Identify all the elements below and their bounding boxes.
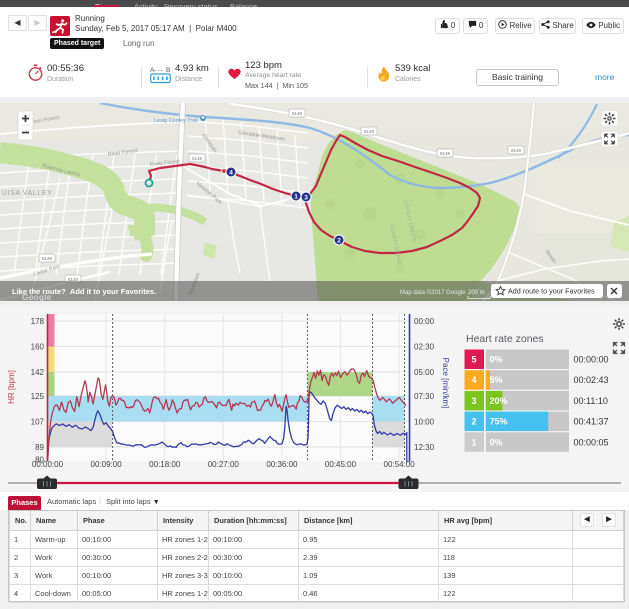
svg-text:200 m: 200 m	[468, 290, 485, 296]
svg-text:Add route to your Favorites: Add route to your Favorites	[508, 287, 595, 296]
svg-text:00:00:00: 00:00:00	[574, 355, 609, 365]
svg-text:HR [bpm]: HR [bpm]	[7, 370, 16, 404]
svg-text:0%: 0%	[490, 437, 503, 447]
svg-text:107: 107	[31, 417, 45, 426]
svg-text:00:27:00: 00:27:00	[208, 460, 240, 469]
svg-text:8149: 8149	[440, 151, 451, 156]
svg-text:00:41:37: 00:41:37	[574, 417, 609, 427]
svg-text:8149: 8149	[292, 111, 303, 116]
svg-text:5148: 5148	[192, 156, 203, 161]
svg-text:00:18:00: 00:18:00	[149, 460, 181, 469]
svg-text:Heart rate zones: Heart rate zones	[466, 333, 544, 345]
svg-text:8149: 8149	[511, 148, 522, 153]
svg-text:8149: 8149	[364, 129, 375, 134]
svg-text:00:00: 00:00	[414, 317, 435, 326]
svg-text:10:00: 10:00	[414, 417, 435, 426]
svg-text:00:02:43: 00:02:43	[574, 375, 609, 385]
svg-text:00:00:05: 00:00:05	[574, 437, 609, 447]
svg-text:00:00:00: 00:00:00	[32, 460, 64, 469]
svg-text:00:11:10: 00:11:10	[574, 396, 608, 406]
svg-text:1: 1	[471, 437, 476, 447]
svg-text:4: 4	[471, 375, 476, 385]
svg-text:Like the route? Add it to you: Like the route? Add it to your Favorites…	[12, 287, 156, 296]
svg-text:Map data ©2017 Google: Map data ©2017 Google	[400, 289, 466, 296]
svg-text:00:54:00: 00:54:00	[384, 460, 416, 469]
svg-text:142: 142	[31, 368, 45, 377]
svg-text:Leslg Cooley Trail: Leslg Cooley Trail	[154, 118, 198, 124]
svg-text:8149: 8149	[42, 256, 53, 261]
svg-text:07:30: 07:30	[414, 392, 435, 401]
svg-text:89: 89	[35, 443, 44, 452]
svg-text:20%: 20%	[490, 396, 508, 406]
svg-text:B: B	[166, 67, 170, 74]
svg-text:00:09:00: 00:09:00	[91, 460, 123, 469]
svg-text:125: 125	[31, 392, 45, 401]
svg-text:5: 5	[471, 355, 476, 365]
svg-text:178: 178	[31, 317, 45, 326]
svg-text:3: 3	[304, 195, 308, 202]
svg-text:00:36:00: 00:36:00	[266, 460, 298, 469]
svg-text:4: 4	[229, 170, 233, 177]
svg-text:02:30: 02:30	[414, 342, 435, 351]
svg-text:2: 2	[471, 417, 476, 427]
svg-text:05:00: 05:00	[414, 368, 435, 377]
svg-text:Pace [min/km]: Pace [min/km]	[441, 358, 450, 409]
svg-text:3: 3	[471, 396, 476, 406]
svg-text:2: 2	[337, 238, 341, 245]
svg-text:160: 160	[31, 342, 45, 351]
svg-text:75%: 75%	[490, 417, 508, 427]
svg-text:12:30: 12:30	[414, 443, 435, 452]
svg-text:5%: 5%	[490, 375, 503, 385]
svg-text:0%: 0%	[490, 355, 503, 365]
svg-text:1: 1	[294, 194, 298, 201]
svg-text:UISA VALLEY: UISA VALLEY	[2, 190, 52, 197]
svg-text:00:45:00: 00:45:00	[325, 460, 357, 469]
